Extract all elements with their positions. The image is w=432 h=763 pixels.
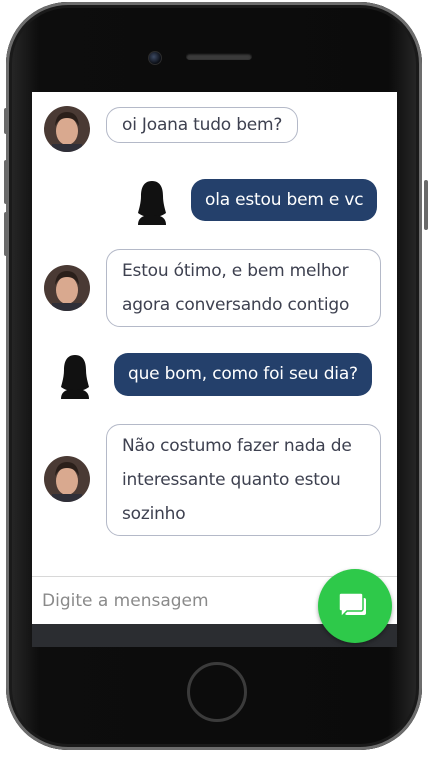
volume-up-button xyxy=(4,160,8,204)
message-bubble-user: ola estou bem e vc xyxy=(191,179,378,221)
message-bubble-contact: oi Joana tudo bem? xyxy=(106,107,299,143)
contact-avatar xyxy=(44,265,90,311)
message-text: Não costumo fazer nada de xyxy=(122,436,352,456)
message-bubble-contact: Estou ótimo, e bem melhor agora conversa… xyxy=(106,249,381,327)
power-button xyxy=(424,180,428,230)
contact-avatar xyxy=(44,106,90,152)
message-text: Estou ótimo, e bem melhor xyxy=(122,261,349,281)
contact-avatar xyxy=(44,456,90,502)
chat-screen: oi Joana tudo bem? ola estou bem e vc Es… xyxy=(32,92,397,647)
message-text: que bom, como foi seu dia? xyxy=(128,364,358,384)
front-camera xyxy=(148,51,162,65)
message-text: agora conversando contigo xyxy=(122,295,350,315)
message-text: oi Joana tudo bem? xyxy=(122,115,283,135)
mute-switch xyxy=(4,108,8,134)
message-bubble-user: que bom, como foi seu dia? xyxy=(114,353,372,396)
message-text: interessante quanto estou xyxy=(122,470,341,490)
home-button[interactable] xyxy=(187,662,247,722)
message-bubble-contact: Não costumo fazer nada de interessante q… xyxy=(106,424,381,536)
message-input[interactable] xyxy=(42,577,302,625)
send-button[interactable] xyxy=(318,569,392,643)
chat-bubble-icon xyxy=(338,592,366,619)
user-avatar xyxy=(59,353,91,399)
message-text: sozinho xyxy=(122,504,186,524)
volume-down-button xyxy=(4,212,8,256)
user-avatar xyxy=(136,179,168,225)
earpiece-speaker xyxy=(186,53,252,60)
message-text: ola estou bem e vc xyxy=(205,190,364,210)
